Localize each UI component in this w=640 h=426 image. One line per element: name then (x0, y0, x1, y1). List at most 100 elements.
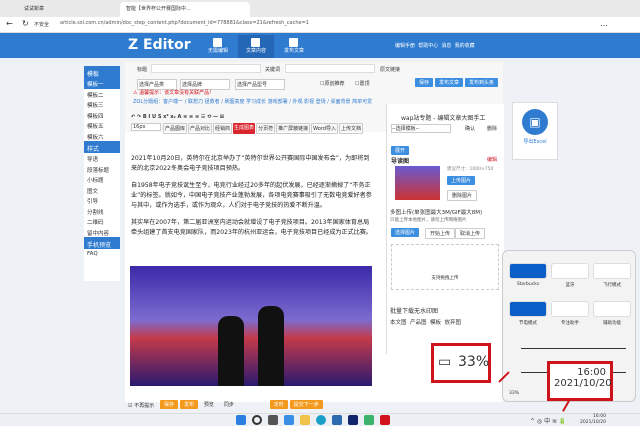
topic-breadcrumb[interactable]: ZOL分题组：客户端一 / 联想刀 拯救者 / 刷图高度 学习成长 游戏部署 /… (133, 98, 372, 105)
check-label: 不再提示 (134, 403, 155, 409)
header-link[interactable]: 我的收藏 (455, 43, 475, 49)
unfold-button[interactable]: 展开 (391, 146, 410, 155)
sidebar-faq[interactable]: FAQ (84, 249, 120, 260)
task-view-icon[interactable] (268, 415, 278, 425)
paragraph: 自1958年电子竞技诞生至今，电竞行业经过20多年的起伏发展，已经逐渐摘掉了“不… (131, 182, 372, 209)
drop-zone[interactable]: 支持拖拽上传 (391, 244, 499, 290)
bluetooth-toggle[interactable] (551, 263, 589, 279)
battery-saver-toggle[interactable] (509, 301, 547, 317)
edit-link[interactable]: 编辑 (487, 156, 497, 163)
back-icon[interactable]: ← (6, 19, 13, 28)
start-upload-button[interactable]: 开始上传 (425, 228, 456, 239)
start-icon[interactable] (236, 415, 246, 425)
sidebar-item[interactable]: 引导 (84, 195, 120, 206)
system-tray-icons[interactable]: ^ ◎ 中 ≋ 🔋 (530, 416, 566, 425)
address-bar: ← ↻ 不安全 article.ssl.com.cn/admin/doc_ste… (0, 17, 640, 33)
sidebar-item[interactable]: 留中内容 (84, 227, 120, 238)
nav-publish[interactable]: 发布文章 (276, 35, 312, 58)
url-input[interactable]: article.ssl.com.cn/admin/doc_step_conten… (60, 20, 360, 30)
sidebar-item[interactable]: 二维码 (84, 216, 120, 227)
tool-button[interactable]: 经销商 (213, 123, 233, 134)
sidebar-item[interactable]: 模板六 (84, 131, 120, 142)
upload-image-button[interactable]: 上传图片 (447, 176, 476, 185)
sidebar-item[interactable]: 模板五 (84, 120, 120, 131)
sidebar-item[interactable]: 小标题 (84, 174, 120, 185)
delete-image-button[interactable]: 删除图片 (447, 190, 478, 201)
store-icon[interactable] (332, 415, 342, 425)
publish-headline-button[interactable]: 发布到头条 (465, 78, 499, 87)
delete-button[interactable]: 删除 (483, 124, 501, 133)
tool-button[interactable]: 产品图库 (163, 123, 188, 134)
template-select[interactable]: --选择模板-- (391, 124, 451, 133)
sidebar-item[interactable]: 模板一 (84, 78, 120, 89)
save-button[interactable]: 保存 (415, 78, 434, 87)
taskbar-clock[interactable]: 16:00 2021/10/20 (580, 414, 606, 425)
file-explorer-icon[interactable] (300, 415, 310, 425)
format-toolbar[interactable]: ↶ ↷ B I U S x² x₂ A ≡ ≡ ≡ ☰ ⟲ — ⊞ (131, 114, 224, 120)
app-header: Z Editor 无需编辑 文章内容 发布文章 编辑手册 帮助中心 消息 我的收… (0, 33, 640, 58)
tool-button[interactable]: Word导入 (311, 123, 338, 134)
brightness-slider[interactable] (521, 348, 626, 349)
image-tab[interactable]: 放弃图 (445, 320, 462, 326)
tool-button[interactable]: 分页符 (256, 123, 276, 134)
browser-tab[interactable]: 试试新章 (18, 2, 118, 17)
nav-content[interactable]: 文章内容 (238, 35, 274, 58)
sync-button[interactable]: 同步 (220, 400, 238, 409)
header-link[interactable]: 消息 (441, 43, 451, 49)
tile-label: 飞行模式 (603, 283, 621, 288)
sidebar-item[interactable]: 模板三 (84, 99, 120, 110)
keyword-input[interactable] (285, 64, 375, 73)
airplane-toggle[interactable] (593, 263, 631, 279)
schedule-button[interactable]: 定时 (269, 400, 288, 409)
app-icon[interactable] (364, 415, 374, 425)
header-link[interactable]: 编辑手册 (395, 43, 415, 49)
original-checkbox[interactable]: ☐原创推荐 (320, 80, 345, 87)
confirm-button[interactable]: 确认 (461, 124, 479, 133)
search-icon[interactable] (252, 415, 262, 425)
sidebar-header-template[interactable]: 模板 (84, 66, 120, 78)
top-checkbox[interactable]: ☐置顶 (355, 80, 370, 87)
image-tab[interactable]: 本文图 (390, 320, 407, 326)
accessibility-toggle[interactable] (593, 301, 631, 317)
sidebar-item[interactable]: 模板四 (84, 110, 120, 121)
tool-button[interactable]: 推广屏蔽链接 (276, 123, 311, 134)
title-input[interactable] (151, 64, 261, 73)
more-icon[interactable]: … (600, 19, 608, 28)
tool-button[interactable]: 产品对比 (188, 123, 213, 134)
preview-button[interactable]: 预览 (200, 400, 218, 409)
browser-tab-bar: 试试新章 智能【世界杯公开赛国际中… (0, 0, 640, 17)
sidebar-item[interactable]: 分割线 (84, 206, 120, 217)
image-tab[interactable]: 模板 (430, 320, 441, 326)
select-image-button[interactable]: 选择图片 (391, 228, 420, 237)
image-tab[interactable]: 产品图 (410, 320, 427, 326)
wifi-toggle[interactable] (509, 263, 547, 279)
sidebar-item[interactable]: 模板二 (84, 89, 120, 100)
upload-document-button[interactable]: 上传文档 (338, 123, 363, 134)
save-bottom-button[interactable]: 保存 (160, 400, 179, 409)
tile-label: 节电模式 (519, 321, 537, 326)
battery-annotation: ▭ 33% (431, 343, 491, 383)
export-widget[interactable]: ▣ 导出Excel (512, 102, 558, 160)
cancel-upload-button[interactable]: 取消上传 (455, 228, 486, 239)
sidebar-preview[interactable]: 手机预览 (84, 237, 120, 249)
edge-icon[interactable] (316, 415, 326, 425)
sidebar-header-style[interactable]: 样式 (84, 141, 120, 153)
wps-icon[interactable] (380, 415, 390, 425)
publish-bottom-button[interactable]: 发布 (179, 400, 198, 409)
sidebar-item[interactable]: 段落标题 (84, 164, 120, 175)
refresh-icon[interactable]: ↻ (22, 19, 29, 28)
nav-edit[interactable]: 无需编辑 (200, 35, 236, 58)
sidebar-item[interactable]: 导语 (84, 153, 120, 164)
publish-button[interactable]: 发布文章 (435, 78, 464, 87)
font-size-select[interactable]: 16px (131, 123, 161, 131)
next-step-button[interactable]: 提交下一步 (289, 400, 323, 409)
focus-assist-toggle[interactable] (551, 301, 589, 317)
model-select[interactable]: 选择产品型号 (235, 79, 285, 90)
widgets-icon[interactable] (284, 415, 294, 425)
bottom-check[interactable]: ☑ 不再提示 (128, 402, 154, 409)
sidebar-item[interactable]: 图文 (84, 185, 120, 196)
photoshop-icon[interactable] (348, 415, 358, 425)
header-link[interactable]: 帮助中心 (418, 43, 438, 49)
browser-tab-active[interactable]: 智能【世界杯公开赛国际中… (120, 2, 250, 17)
tool-button[interactable]: 生成图表 (233, 123, 256, 134)
